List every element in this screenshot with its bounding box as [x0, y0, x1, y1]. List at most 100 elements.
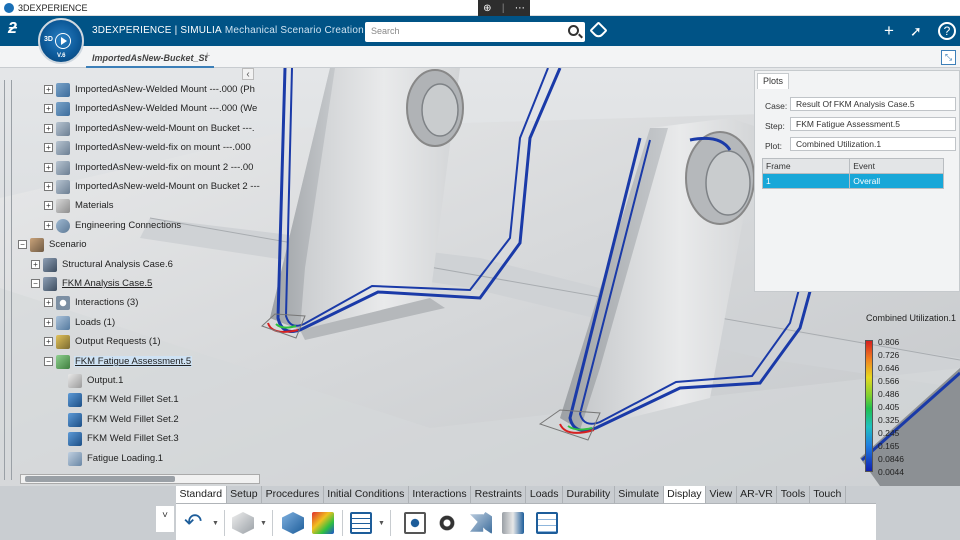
help-icon[interactable]: ?: [938, 22, 956, 40]
tree-node-label: Engineering Connections: [75, 220, 182, 231]
expand-icon[interactable]: +: [44, 221, 53, 230]
tree-node[interactable]: FKM Weld Fillet Set.1: [68, 391, 180, 408]
expand-icon[interactable]: +: [44, 143, 53, 152]
eye-icon[interactable]: [404, 512, 426, 534]
tree-node[interactable]: + Materials: [44, 197, 115, 214]
section-durability[interactable]: Durability: [563, 486, 615, 503]
fatigue-loading-icon: [68, 451, 82, 466]
expand-icon[interactable]: +: [44, 298, 53, 307]
expand-icon[interactable]: +: [44, 201, 53, 210]
section-icon[interactable]: [502, 512, 524, 534]
undo-icon[interactable]: ↶: [184, 511, 206, 534]
tree-node-label: ImportedAsNew-weld-fix on mount ---.000: [75, 142, 251, 153]
section-ar-vr[interactable]: AR-VR: [737, 486, 778, 503]
section-touch[interactable]: Touch: [810, 486, 846, 503]
output-requests-icon: [56, 334, 70, 349]
more-icon[interactable]: ⋯: [515, 3, 525, 14]
tree-horizontal-scrollbar[interactable]: [20, 474, 260, 484]
tree-node-scenario[interactable]: − Scenario: [18, 236, 88, 253]
tree-node-fatigue[interactable]: − FKM Fatigue Assessment.5: [44, 353, 193, 370]
collapse-action-bar-button[interactable]: ˅: [156, 506, 174, 532]
collapse-tree-button[interactable]: ‹: [242, 68, 254, 80]
fit-screen-icon[interactable]: ⤡: [941, 50, 956, 65]
tree-node[interactable]: + ImportedAsNew-weld-Mount on Bucket ---.: [44, 120, 256, 137]
scroll-thumb[interactable]: [25, 476, 175, 482]
info-icon[interactable]: [536, 512, 558, 534]
collapse-icon[interactable]: −: [31, 279, 40, 288]
cell-frame[interactable]: 1: [761, 173, 851, 189]
cell-event[interactable]: Overall: [849, 173, 944, 189]
play-icon[interactable]: [55, 33, 71, 49]
tab-bucket-model[interactable]: ImportedAsNew-Bucket_St: [86, 48, 214, 68]
chevron-down-icon[interactable]: ▼: [260, 520, 267, 527]
results-plot-icon[interactable]: [312, 512, 334, 534]
column-header-frame[interactable]: Frame: [761, 158, 851, 174]
tree-node[interactable]: + ImportedAsNew-weld-fix on mount 2 ---.0…: [44, 159, 254, 176]
add-tab-button[interactable]: +: [204, 50, 210, 62]
chevron-down-icon[interactable]: ▼: [378, 520, 385, 527]
explode-icon[interactable]: [470, 512, 492, 534]
legend-value: 0.325: [878, 415, 900, 425]
column-header-event[interactable]: Event: [849, 158, 944, 174]
section-interactions[interactable]: Interactions: [409, 486, 472, 503]
tab-plots[interactable]: Plots: [757, 73, 790, 89]
expand-icon[interactable]: +: [44, 85, 53, 94]
tree-node[interactable]: + Loads (1): [44, 314, 116, 331]
section-standard[interactable]: Standard: [176, 486, 227, 503]
tree-node[interactable]: Fatigue Loading.1: [68, 450, 164, 467]
tree-node[interactable]: + ImportedAsNew-weld-Mount on Bucket 2 --…: [44, 178, 261, 195]
engineering-connections-icon: [56, 218, 70, 233]
zoom-icon[interactable]: ⊕: [483, 3, 491, 14]
tree-node-fkm-case[interactable]: − FKM Analysis Case.5: [31, 275, 153, 292]
table-icon[interactable]: [350, 512, 372, 534]
section-tools[interactable]: Tools: [777, 486, 810, 503]
section-loads[interactable]: Loads: [526, 486, 563, 503]
tree-node[interactable]: + Engineering Connections: [44, 217, 182, 234]
share-icon[interactable]: ➚: [910, 21, 922, 41]
section-initial-conditions[interactable]: Initial Conditions: [324, 486, 409, 503]
tree-node[interactable]: + ImportedAsNew-Welded Mount ---.000 (Ph: [44, 81, 256, 98]
expand-icon[interactable]: +: [44, 163, 53, 172]
search-box[interactable]: Search: [365, 22, 585, 42]
case-field[interactable]: Result Of FKM Analysis Case.5: [790, 97, 956, 111]
step-field[interactable]: FKM Fatigue Assessment.5: [790, 117, 956, 131]
fkm-case-icon: [43, 276, 57, 291]
section-view[interactable]: View: [706, 486, 737, 503]
expand-icon[interactable]: +: [44, 337, 53, 346]
tree-node[interactable]: Output.1: [68, 372, 124, 389]
plot-field[interactable]: Combined Utilization.1: [790, 137, 956, 151]
add-icon[interactable]: +: [884, 21, 894, 41]
shaded-icon[interactable]: [282, 512, 304, 534]
tree-node-label: Loads (1): [75, 317, 116, 328]
display-shape-icon[interactable]: [232, 512, 254, 534]
tag-icon[interactable]: [589, 21, 608, 40]
tree-node[interactable]: + ImportedAsNew-Welded Mount ---.000 (We: [44, 100, 258, 117]
visibility-icon[interactable]: [436, 512, 458, 534]
search-input[interactable]: Search: [371, 26, 400, 36]
section-simulate[interactable]: Simulate: [615, 486, 664, 503]
tree-scrollbar[interactable]: [4, 80, 12, 480]
section-procedures[interactable]: Procedures: [262, 486, 324, 503]
expand-icon[interactable]: +: [31, 260, 40, 269]
expand-icon[interactable]: +: [44, 182, 53, 191]
tree-node[interactable]: + Structural Analysis Case.6: [31, 256, 174, 273]
section-setup[interactable]: Setup: [227, 486, 263, 503]
table-row[interactable]: 1 Overall: [761, 173, 944, 189]
tree-node[interactable]: + ImportedAsNew-weld-fix on mount ---.000: [44, 139, 252, 156]
tree-node[interactable]: FKM Weld Fillet Set.3: [68, 430, 180, 447]
section-display[interactable]: Display: [663, 486, 707, 503]
collapse-icon[interactable]: −: [44, 357, 53, 366]
section-restraints[interactable]: Restraints: [471, 486, 527, 503]
search-icon[interactable]: [568, 25, 579, 36]
tree-node[interactable]: FKM Weld Fillet Set.2: [68, 411, 180, 428]
compass-widget[interactable]: 3D V.6: [38, 18, 84, 64]
tree-node[interactable]: + Output Requests (1): [44, 333, 162, 350]
tree-node[interactable]: + Interactions (3): [44, 294, 139, 311]
os-toolbar: ⊕ | ⋯: [478, 0, 530, 16]
collapse-icon[interactable]: −: [18, 240, 27, 249]
os-title-bar: 3DEXPERIENCE ⊕ | ⋯: [0, 0, 960, 16]
expand-icon[interactable]: +: [44, 104, 53, 113]
expand-icon[interactable]: +: [44, 318, 53, 327]
chevron-down-icon[interactable]: ▼: [212, 520, 219, 527]
expand-icon[interactable]: +: [44, 124, 53, 133]
